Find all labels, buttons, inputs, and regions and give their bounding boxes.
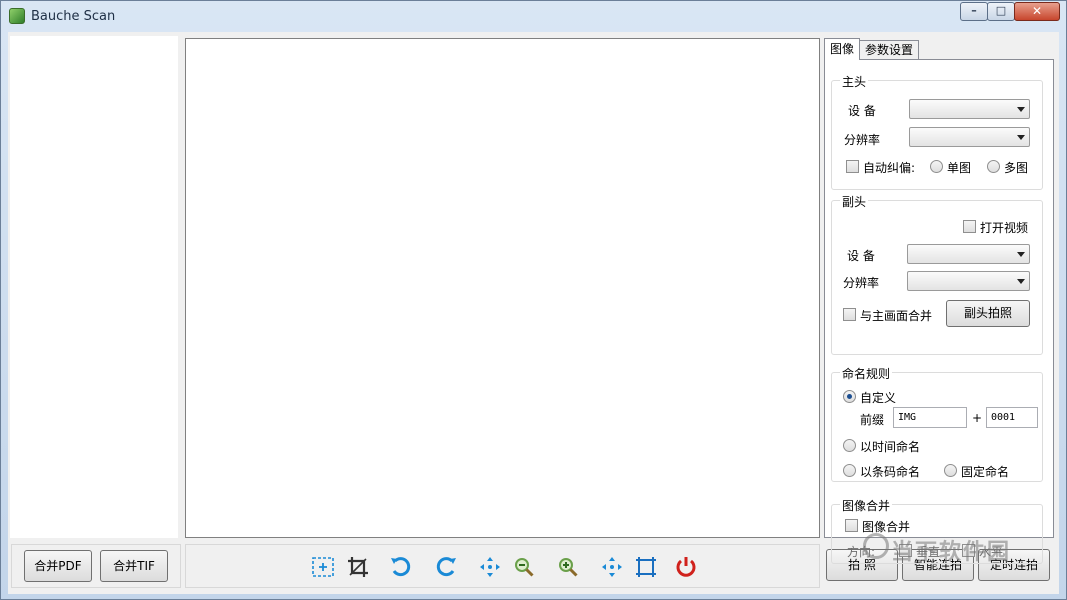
merge-tif-button[interactable]: 合并TIF [100,550,168,582]
single-image-radio[interactable] [930,160,943,173]
name-by-barcode-radio[interactable] [843,464,856,477]
power-icon[interactable] [674,555,698,579]
naming-rule-group: 命名规则 自定义 前缀 IMG + 0001 以时间命名 以条码命名 固定命名 [831,365,1043,482]
chevron-down-icon [1017,107,1025,112]
merge-button-bar: 合并PDF 合并TIF [11,544,181,588]
prefix-label: 前缀 [860,413,885,427]
custom-name-radio[interactable] [843,390,856,403]
auto-deskew-checkbox[interactable] [846,160,859,173]
name-by-barcode-label: 以条码命名 [860,465,921,479]
title-bar[interactable]: Bauche Scan – □ ✕ [1,1,1066,31]
frame-icon[interactable] [634,555,658,579]
chevron-down-icon [1017,252,1025,257]
sub-capture-label: 副头拍照 [963,306,1012,320]
open-video-label: 打开视频 [980,221,1029,235]
tab-strip: 图像 参数设置 [824,38,920,60]
rotate-left-icon[interactable] [389,555,413,579]
main-device-select[interactable] [909,99,1030,119]
select-region-icon[interactable] [311,555,335,579]
merge-main-label: 与主画面合并 [860,309,933,323]
window-controls: – □ ✕ [960,2,1060,21]
name-by-time-radio[interactable] [843,439,856,452]
custom-name-label: 自定义 [860,391,897,405]
main-head-group: 主头 设 备 分辨率 自动纠偏: 单图 多图 [831,73,1043,190]
chevron-down-icon [1017,279,1025,284]
tab-image[interactable]: 图像 [824,38,861,60]
image-toolbar [185,544,820,588]
single-image-label: 单图 [947,161,972,175]
rotate-right-icon[interactable] [434,555,458,579]
tab-parameters[interactable]: 参数设置 [859,40,920,60]
main-resolution-label: 分辨率 [844,133,881,147]
close-icon: ✕ [1031,4,1043,18]
fit-icon[interactable] [600,555,624,579]
merge-pdf-label: 合并PDF [34,559,82,573]
multi-image-radio[interactable] [987,160,1000,173]
sub-resolution-select[interactable] [907,271,1030,291]
image-preview[interactable] [185,38,820,538]
close-button[interactable]: ✕ [1014,2,1060,21]
sub-resolution-label: 分辨率 [843,276,880,290]
move-icon[interactable] [478,555,502,579]
main-head-title: 主头 [840,73,869,90]
minimize-button[interactable]: – [960,2,988,21]
image-merge-title: 图像合并 [840,497,893,514]
app-window: Bauche Scan – □ ✕ 合并PDF 合并TIF 拍 照 智能连拍 定… [0,0,1067,600]
tab-panel-image: 主头 设 备 分辨率 自动纠偏: 单图 多图 副头 打开视频 设 备 分辨率 与… [824,59,1054,564]
merge-tif-label: 合并TIF [113,559,155,573]
minimize-icon: – [971,4,977,17]
sub-head-group: 副头 打开视频 设 备 分辨率 与主画面合并 副头拍照 [831,193,1043,355]
settings-panel: 图像 参数设置 主头 设 备 分辨率 自动纠偏: 单图 多图 副头 打开视频 设… [824,38,1054,564]
number-input[interactable]: 0001 [986,407,1038,428]
open-video-checkbox[interactable] [963,220,976,233]
client-area: 合并PDF 合并TIF 拍 照 智能连拍 定时连拍 图像 参数设置 主头 设 备… [8,32,1059,594]
name-by-time-label: 以时间命名 [860,440,921,454]
watermark-text: 当下软件园 [891,540,1012,565]
zoom-out-icon[interactable] [512,555,536,579]
zoom-in-icon[interactable] [556,555,580,579]
merge-pdf-button[interactable]: 合并PDF [24,550,92,582]
prefix-input[interactable]: IMG [893,407,967,428]
thumbnail-list[interactable] [10,36,178,538]
multi-image-label: 多图 [1004,161,1029,175]
sub-device-label: 设 备 [847,249,875,263]
maximize-button[interactable]: □ [987,2,1015,21]
naming-rule-title: 命名规则 [840,365,893,382]
image-merge-checkbox[interactable] [845,519,858,532]
crop-icon[interactable] [346,555,370,579]
main-device-label: 设 备 [848,104,876,118]
chevron-down-icon [1017,135,1025,140]
sub-head-title: 副头 [840,193,869,210]
image-merge-label: 图像合并 [862,520,911,534]
fixed-name-label: 固定命名 [961,465,1010,479]
main-resolution-select[interactable] [909,127,1030,147]
auto-deskew-label: 自动纠偏: [863,161,916,175]
window-title: Bauche Scan [31,9,116,24]
plus-label: + [972,411,983,425]
merge-main-checkbox[interactable] [843,308,856,321]
sub-capture-button[interactable]: 副头拍照 [946,300,1030,327]
watermark-logo-icon [863,533,889,559]
maximize-icon: □ [995,4,1007,17]
app-logo-icon [9,8,25,24]
sub-device-select[interactable] [907,244,1030,264]
fixed-name-radio[interactable] [944,464,957,477]
